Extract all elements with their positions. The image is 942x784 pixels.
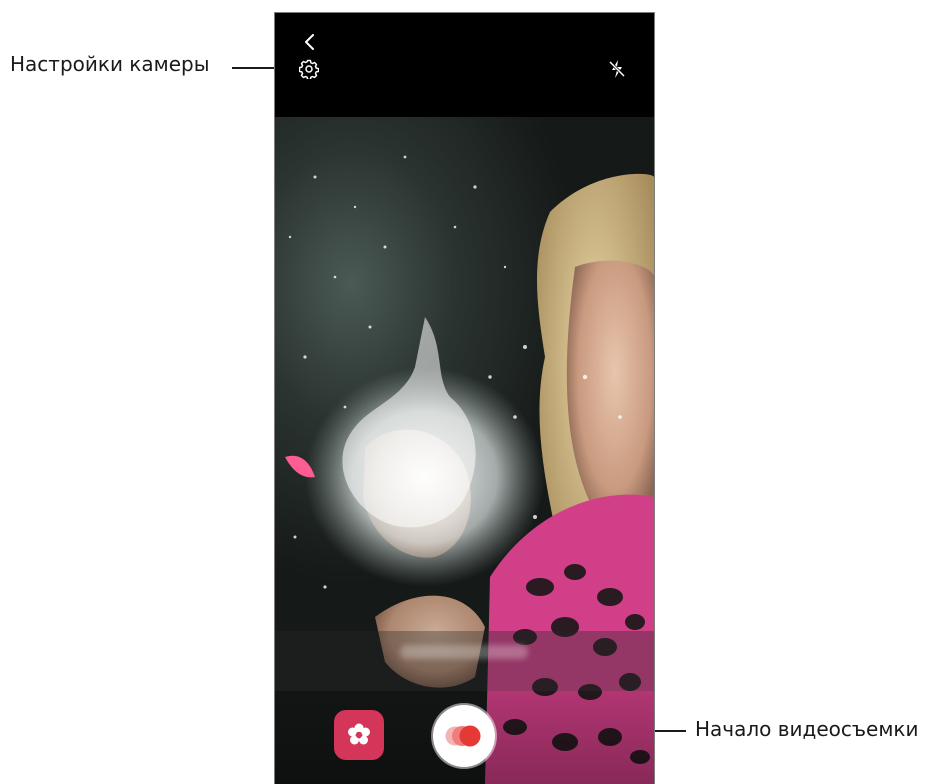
record-button[interactable] <box>433 705 495 767</box>
chevron-left-icon[interactable] <box>299 31 321 53</box>
effect-button[interactable] <box>334 710 384 760</box>
mode-hint-text <box>400 645 528 659</box>
flower-icon <box>348 723 370 745</box>
mode-hint-bar <box>275 631 654 691</box>
gear-icon[interactable] <box>297 57 321 81</box>
camera-settings-callout-label: Настройки камеры <box>10 52 210 76</box>
start-recording-callout-label: Начало видеосъемки <box>695 717 919 741</box>
camera-top-bar <box>275 13 654 117</box>
flash-off-icon[interactable] <box>605 57 629 81</box>
phone-screen <box>274 12 655 784</box>
camera-viewfinder[interactable] <box>275 117 654 784</box>
super-slow-mo-record-icon <box>445 725 481 747</box>
